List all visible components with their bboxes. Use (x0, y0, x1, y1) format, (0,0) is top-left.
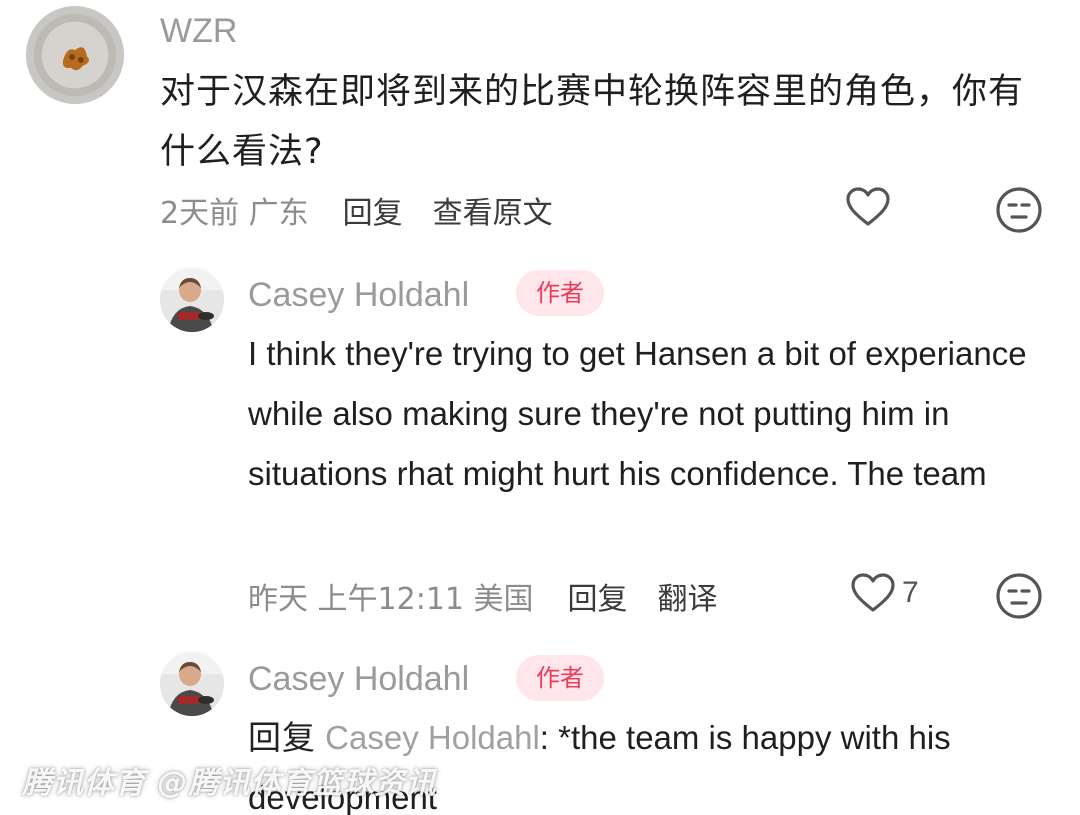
reply-meta: 昨天 上午12:11 美国 回复 翻译 (248, 574, 748, 618)
watermark: 腾讯体育 @腾讯体育篮球资讯 (22, 766, 437, 801)
reply-time-value: 昨天 上午12:11 (248, 582, 464, 617)
neutral-face-icon (996, 187, 1042, 233)
reply-like-button[interactable]: 7 (850, 572, 919, 614)
comment-reply-button[interactable]: 回复 (343, 188, 403, 232)
reply-username[interactable]: Casey Holdahl (248, 278, 469, 312)
reply-username[interactable]: Casey Holdahl (248, 662, 469, 696)
person-photo-avatar-icon (160, 652, 224, 716)
reply-prefix: 回复 (248, 719, 316, 756)
nail-polish-photo-avatar-icon (26, 6, 124, 104)
neutral-face-icon (996, 573, 1042, 619)
author-badge: 作者 (516, 270, 604, 316)
comment-time-value: 2天前 (160, 196, 240, 231)
person-photo-avatar-icon (160, 268, 224, 332)
heart-outline-icon (851, 573, 895, 612)
comment-time: 2天前 广东 (160, 188, 309, 232)
reply-dislike-button[interactable] (995, 572, 1043, 620)
translate-button[interactable]: 翻译 (658, 574, 718, 618)
like-count: 7 (902, 576, 919, 609)
author-badge: 作者 (516, 655, 604, 701)
reply-to-username[interactable]: Casey Holdahl (325, 719, 540, 756)
reply-avatar[interactable] (160, 652, 224, 716)
heart-outline-icon (846, 187, 890, 226)
view-original-button[interactable]: 查看原文 (433, 188, 553, 232)
reply-text: I think they're trying to get Hansen a b… (248, 335, 1027, 492)
reply-reply-button[interactable]: 回复 (568, 574, 628, 618)
reply-time: 昨天 上午12:11 美国 (248, 574, 534, 618)
comment-dislike-button[interactable] (995, 186, 1043, 234)
comment-thread: WZR 对于汉森在即将到来的比赛中轮换阵容里的角色，你有什么看法? 2天前 广东… (0, 0, 1080, 815)
reply-avatar[interactable] (160, 268, 224, 332)
reply-location: 美国 (473, 582, 534, 617)
comment-location: 广东 (248, 196, 309, 231)
comment-text: 对于汉森在即将到来的比赛中轮换阵容里的角色，你有什么看法? (160, 72, 1025, 172)
avatar[interactable] (26, 6, 124, 104)
comment-meta: 2天前 广东 回复 查看原文 (160, 188, 583, 232)
comment-username[interactable]: WZR (160, 14, 237, 48)
comment-like-button[interactable] (845, 186, 891, 228)
